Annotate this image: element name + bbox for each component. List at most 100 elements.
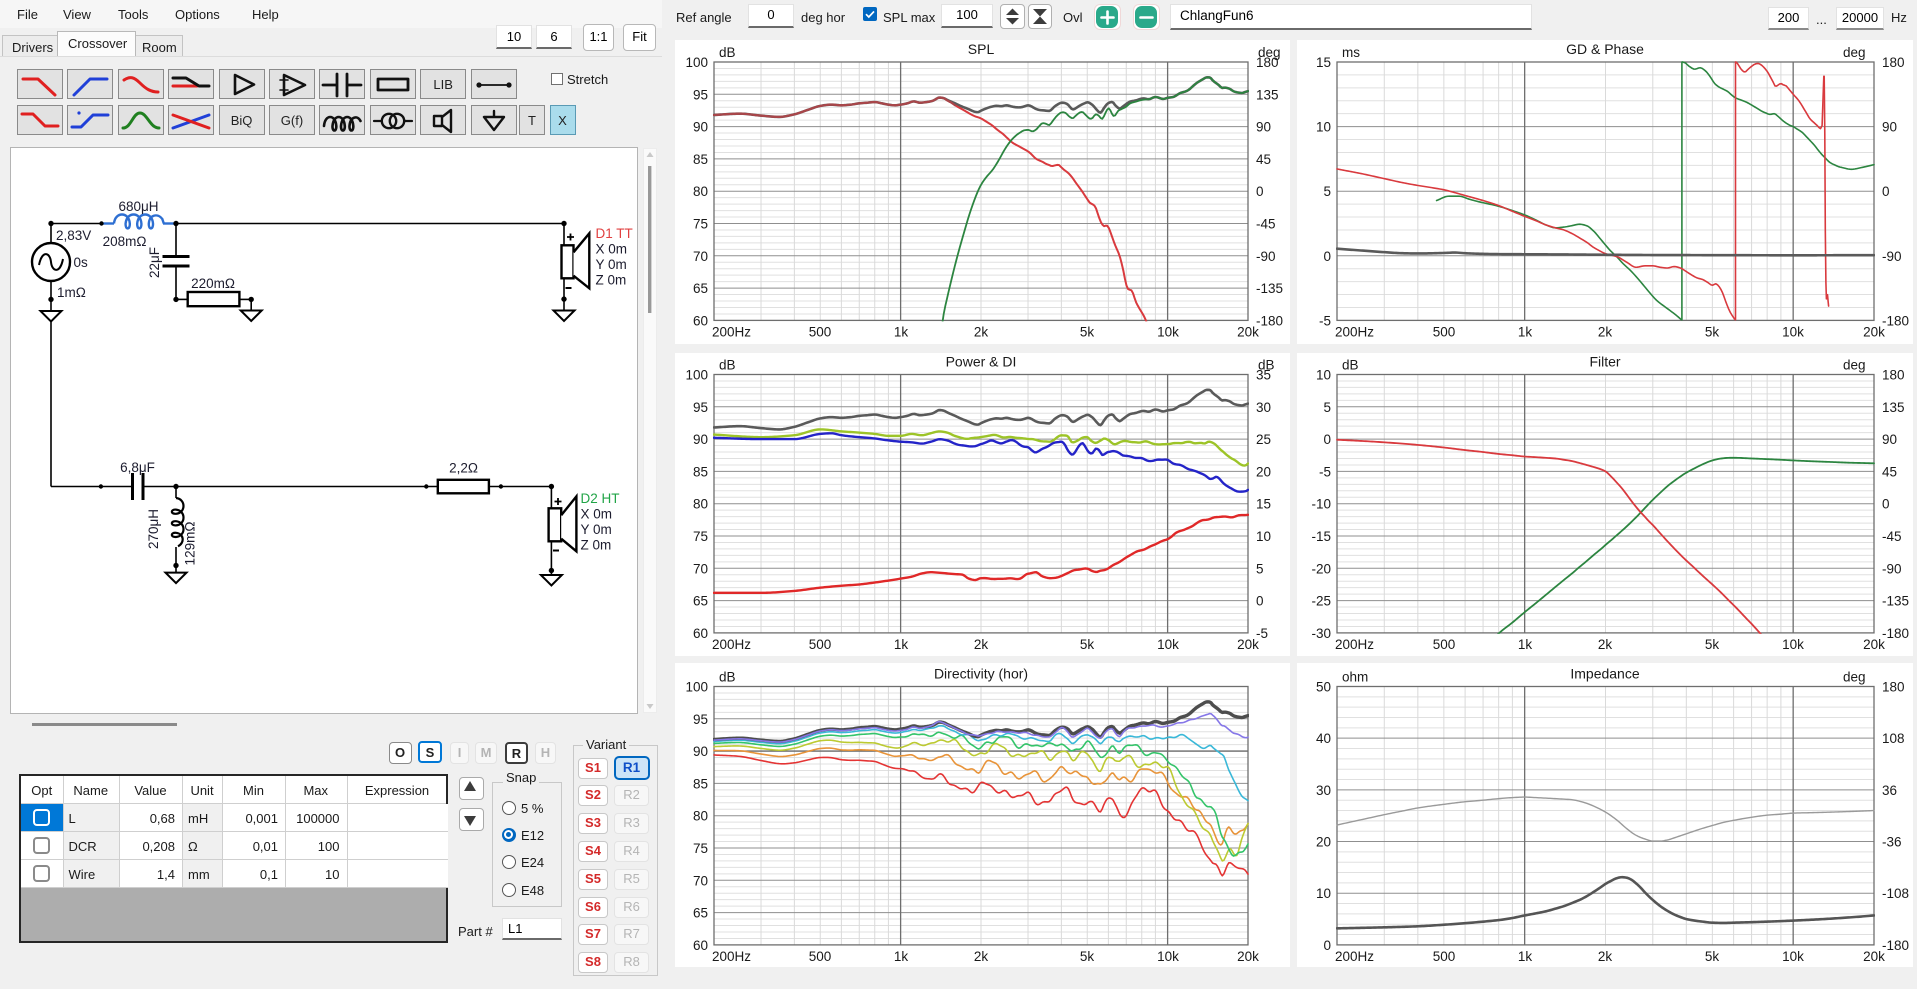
svg-text:40: 40	[1316, 731, 1331, 746]
svg-text:Directivity (hor): Directivity (hor)	[934, 665, 1028, 681]
svg-text:ms: ms	[1342, 45, 1360, 60]
svg-text:5k: 5k	[1705, 636, 1720, 651]
svg-text:-135: -135	[1256, 281, 1283, 296]
svg-text:100: 100	[685, 55, 708, 70]
svg-text:deg: deg	[1843, 45, 1866, 60]
svg-text:-45: -45	[1882, 529, 1902, 544]
svg-text:270μH: 270μH	[146, 509, 161, 549]
svg-text:SPL: SPL	[968, 41, 995, 57]
svg-text:108: 108	[1882, 731, 1905, 746]
svg-text:X 0m: X 0m	[596, 242, 628, 257]
svg-text:0: 0	[1882, 496, 1890, 511]
svg-text:90: 90	[693, 744, 708, 759]
svg-text:dB: dB	[719, 357, 736, 372]
svg-text:129mΩ: 129mΩ	[183, 522, 198, 566]
svg-text:-5: -5	[1319, 313, 1331, 328]
svg-text:-20: -20	[1311, 561, 1331, 576]
svg-text:85: 85	[693, 776, 708, 791]
svg-text:10k: 10k	[1157, 948, 1179, 963]
svg-text:ohm: ohm	[1342, 669, 1368, 684]
svg-text:20k: 20k	[1863, 948, 1885, 963]
svg-text:200Hz: 200Hz	[1335, 324, 1374, 339]
svg-text:70: 70	[693, 873, 708, 888]
svg-text:-135: -135	[1882, 593, 1909, 608]
svg-text:2k: 2k	[974, 948, 989, 963]
svg-text:45: 45	[1256, 152, 1271, 167]
svg-text:20k: 20k	[1237, 636, 1259, 651]
svg-text:5k: 5k	[1080, 324, 1095, 339]
svg-text:2,83V: 2,83V	[56, 228, 91, 243]
svg-text:-90: -90	[1256, 249, 1276, 264]
svg-text:dB: dB	[719, 669, 736, 684]
svg-text:Power & DI: Power & DI	[946, 353, 1017, 369]
svg-text:2,2Ω: 2,2Ω	[449, 461, 478, 476]
svg-text:5: 5	[1323, 184, 1331, 199]
svg-text:65: 65	[693, 905, 708, 920]
svg-text:135: 135	[1256, 87, 1279, 102]
svg-text:Y 0m: Y 0m	[596, 257, 627, 272]
svg-text:0: 0	[1323, 432, 1331, 447]
svg-text:0: 0	[1882, 184, 1890, 199]
svg-text:500: 500	[1433, 636, 1456, 651]
svg-text:5: 5	[1323, 399, 1331, 414]
svg-text:10k: 10k	[1782, 636, 1804, 651]
svg-text:500: 500	[1433, 324, 1456, 339]
svg-text:20: 20	[1316, 834, 1331, 849]
svg-text:10k: 10k	[1157, 324, 1179, 339]
svg-text:dB: dB	[1342, 357, 1359, 372]
svg-text:2k: 2k	[974, 636, 989, 651]
svg-text:180: 180	[1882, 367, 1905, 382]
svg-text:35: 35	[1256, 367, 1271, 382]
svg-text:0s: 0s	[74, 255, 89, 270]
svg-text:80: 80	[693, 808, 708, 823]
svg-text:-90: -90	[1882, 561, 1902, 576]
svg-text:500: 500	[809, 324, 832, 339]
svg-text:100: 100	[685, 367, 708, 382]
svg-text:60: 60	[693, 937, 708, 952]
svg-text:80: 80	[693, 184, 708, 199]
svg-text:1k: 1k	[1518, 636, 1533, 651]
svg-text:60: 60	[693, 313, 708, 328]
svg-text:-15: -15	[1311, 529, 1331, 544]
svg-text:20k: 20k	[1237, 324, 1259, 339]
svg-text:Y 0m: Y 0m	[581, 522, 612, 537]
svg-text:680μH: 680μH	[118, 199, 158, 214]
svg-text:200Hz: 200Hz	[712, 636, 751, 651]
svg-text:20k: 20k	[1863, 324, 1885, 339]
svg-text:25: 25	[1256, 432, 1271, 447]
svg-text:45: 45	[1882, 464, 1897, 479]
svg-text:-10: -10	[1311, 496, 1331, 511]
svg-text:208mΩ: 208mΩ	[103, 234, 147, 249]
svg-text:75: 75	[693, 529, 708, 544]
svg-text:5k: 5k	[1705, 948, 1720, 963]
svg-text:95: 95	[693, 711, 708, 726]
svg-text:60: 60	[693, 625, 708, 640]
svg-text:2k: 2k	[1598, 948, 1613, 963]
svg-text:22μF: 22μF	[147, 247, 162, 278]
svg-text:1k: 1k	[894, 948, 909, 963]
svg-text:65: 65	[693, 593, 708, 608]
svg-text:200Hz: 200Hz	[712, 948, 751, 963]
svg-text:X 0m: X 0m	[581, 507, 613, 522]
svg-text:70: 70	[693, 249, 708, 264]
svg-text:1k: 1k	[1518, 324, 1533, 339]
svg-text:Filter: Filter	[1589, 353, 1620, 369]
svg-text:1k: 1k	[894, 324, 909, 339]
svg-text:-180: -180	[1256, 313, 1283, 328]
svg-text:-90: -90	[1882, 249, 1902, 264]
svg-text:15: 15	[1256, 496, 1271, 511]
svg-text:80: 80	[693, 496, 708, 511]
svg-text:500: 500	[809, 948, 832, 963]
svg-text:36: 36	[1882, 782, 1897, 797]
svg-text:Impedance: Impedance	[1570, 665, 1639, 681]
svg-text:75: 75	[693, 217, 708, 232]
svg-text:2k: 2k	[974, 324, 989, 339]
svg-text:90: 90	[1256, 120, 1271, 135]
svg-text:50: 50	[1316, 679, 1331, 694]
svg-text:5k: 5k	[1705, 324, 1720, 339]
svg-text:10: 10	[1316, 120, 1331, 135]
svg-text:10k: 10k	[1782, 324, 1804, 339]
svg-text:-180: -180	[1882, 625, 1909, 640]
svg-text:dB: dB	[719, 45, 736, 60]
svg-text:85: 85	[693, 152, 708, 167]
